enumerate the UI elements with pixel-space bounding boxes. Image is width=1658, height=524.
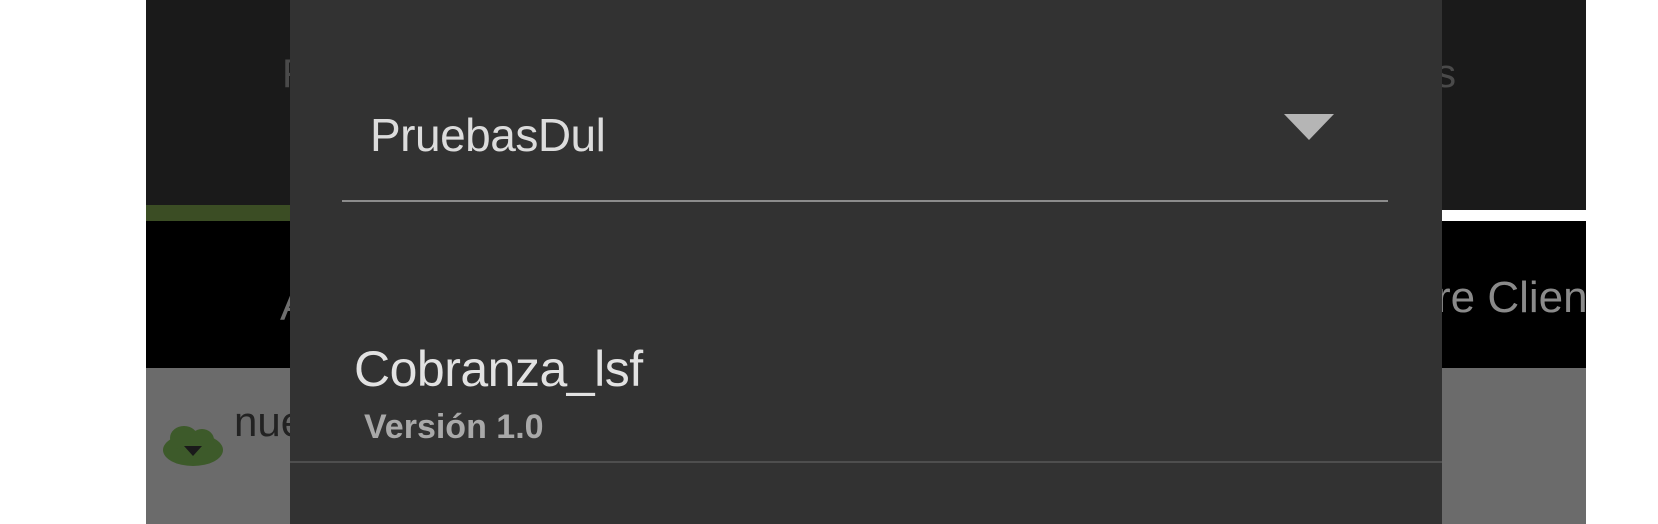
cloud-icon [163,426,223,466]
list-item-version: Versión 1.0 [364,408,544,446]
app-nav-right-text: re Clien [1436,273,1586,322]
company-select[interactable]: PruebasDul [342,90,1388,202]
selection-dialog: PruebasDul Cobranza_lsf Versión 1.0 [290,0,1442,524]
select-value: PruebasDul [370,109,606,161]
list-item-title: Cobranza_lsf [354,341,643,397]
dropdown-arrow-icon[interactable] [1284,114,1334,140]
list-item[interactable]: Cobranza_lsf Versión 1.0 [290,320,1442,463]
tab-indicator [146,205,296,221]
